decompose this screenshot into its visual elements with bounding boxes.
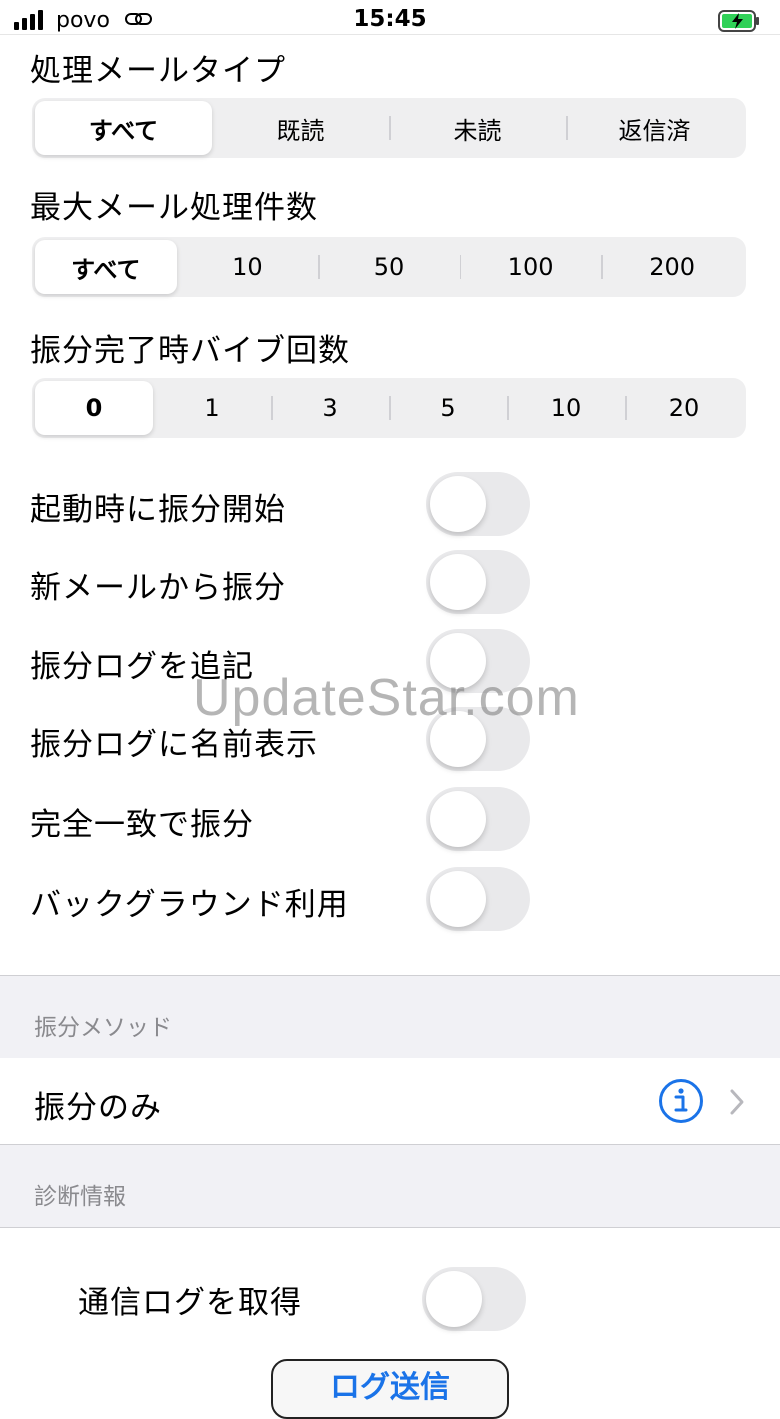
segment-vibrate-3[interactable]: 3 xyxy=(271,381,389,435)
toggle-row-auto-start: 起動時に振分開始 xyxy=(0,472,780,542)
switch-knob xyxy=(430,871,486,927)
exact-match-switch[interactable] xyxy=(426,787,530,851)
segment-vibrate-10[interactable]: 10 xyxy=(507,381,625,435)
segment-max-mail-10[interactable]: 10 xyxy=(177,240,319,294)
segment-max-mail-all[interactable]: すべて xyxy=(35,240,177,294)
toggle-row-background: バックグラウンド利用 xyxy=(0,867,780,937)
switch-knob xyxy=(430,791,486,847)
mail-type-segmented-control: すべて 既読 未読 返信済 xyxy=(32,98,746,158)
switch-knob xyxy=(430,476,486,532)
max-mail-segmented-control: すべて 10 50 100 200 xyxy=(32,237,746,297)
method-section-title: 振分メソッド xyxy=(34,1015,172,1041)
toggle-label: 起動時に振分開始 xyxy=(30,492,286,528)
clock: 15:45 xyxy=(353,6,427,32)
segment-max-mail-100[interactable]: 100 xyxy=(459,240,602,294)
toggle-row-exact-match: 完全一致で振分 xyxy=(0,787,780,857)
diagnostics-section-title: 診断情報 xyxy=(34,1184,126,1210)
segment-max-mail-50[interactable]: 50 xyxy=(318,240,460,294)
segment-vibrate-5[interactable]: 5 xyxy=(389,381,507,435)
toggle-row-new-mail: 新メールから振分 xyxy=(0,550,780,620)
send-log-button[interactable]: ログ送信 xyxy=(271,1359,509,1419)
comm-log-label: 通信ログを取得 xyxy=(78,1285,302,1321)
segment-vibrate-1[interactable]: 1 xyxy=(153,381,271,435)
segment-mail-type-read[interactable]: 既読 xyxy=(212,101,389,155)
auto-start-switch[interactable] xyxy=(426,472,530,536)
switch-knob xyxy=(430,554,486,610)
diagnostics-section-header: 診断情報 xyxy=(0,1144,780,1228)
vibrate-count-segmented-control: 0 1 3 5 10 20 xyxy=(32,378,746,438)
battery-charging-icon xyxy=(718,10,759,32)
background-switch[interactable] xyxy=(426,867,530,931)
toggle-label: 新メールから振分 xyxy=(30,570,286,606)
max-mail-title: 最大メール処理件数 xyxy=(30,190,318,226)
method-section-header: 振分メソッド xyxy=(0,975,780,1059)
vibrate-count-title: 振分完了時バイブ回数 xyxy=(30,333,350,369)
switch-knob xyxy=(426,1271,482,1327)
segment-vibrate-20[interactable]: 20 xyxy=(625,381,743,435)
comm-log-switch[interactable] xyxy=(422,1267,526,1331)
toggle-label: バックグラウンド利用 xyxy=(30,887,349,923)
watermark-logo: UpdateStar.com xyxy=(193,669,580,727)
status-bar: povo 15:45 xyxy=(0,0,780,35)
segment-mail-type-replied[interactable]: 返信済 xyxy=(566,101,743,155)
chevron-right-icon xyxy=(730,1089,744,1115)
new-mail-switch[interactable] xyxy=(426,550,530,614)
method-value: 振分のみ xyxy=(34,1090,162,1126)
segment-vibrate-0[interactable]: 0 xyxy=(35,381,153,435)
method-row[interactable]: 振分のみ xyxy=(0,1058,780,1144)
segment-mail-type-all[interactable]: すべて xyxy=(35,101,212,155)
segment-max-mail-200[interactable]: 200 xyxy=(601,240,743,294)
mail-type-title: 処理メールタイプ xyxy=(30,53,286,89)
segment-mail-type-unread[interactable]: 未読 xyxy=(389,101,566,155)
toggle-label: 完全一致で振分 xyxy=(30,807,254,843)
info-icon[interactable] xyxy=(658,1078,704,1124)
